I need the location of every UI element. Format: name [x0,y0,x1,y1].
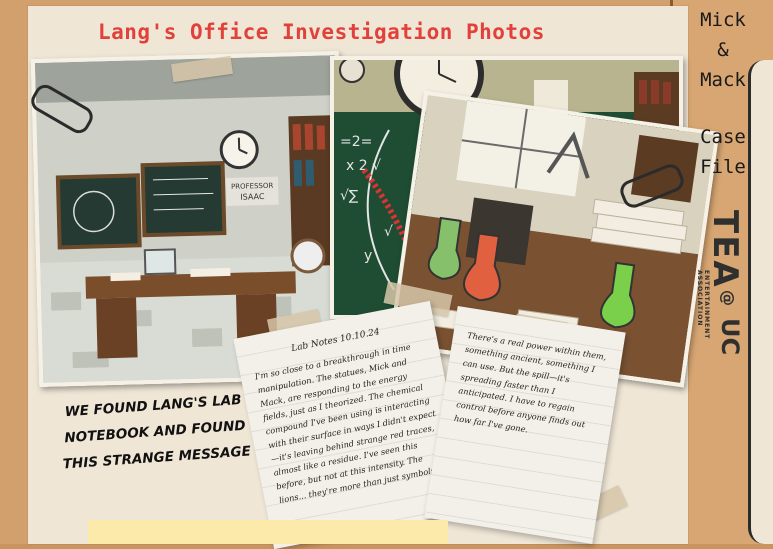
label-mack: Mack [693,65,753,95]
case-name-label: Mick & Mack [693,5,753,95]
label-mick: Mick [693,5,753,35]
svg-text:√: √ [384,224,393,240]
lab-notes-continued-text: There's a real power within them, someth… [439,306,625,449]
label-case: Case [693,122,753,152]
lab-notes-page-2[interactable]: There's a real power within them, someth… [424,306,625,544]
professor-sign-line2: ISAAC [240,192,265,202]
brand-association-text: ENTERTAINMENT ASSOCIATION [696,270,710,339]
page-title: Lang's Office Investigation Photos [98,20,618,44]
label-ampersand: & [693,35,753,65]
svg-text:=2=: =2= [340,134,372,150]
handwritten-caption: We found Lang's lab notebook and found t… [58,386,253,477]
brand-logo-circle: @ [719,290,738,306]
folder-edge [748,60,773,544]
case-file-label: Case File [693,122,753,182]
brand-logo-suffix: UC [716,318,744,355]
svg-text:√∑: √∑ [340,188,359,204]
yellow-sticky-strip [88,520,448,544]
brand-logo-text: TEA [705,210,745,289]
professor-sign-line1: PROFESSOR [231,182,274,191]
svg-text:y: y [364,248,372,264]
label-file: File [693,152,753,182]
